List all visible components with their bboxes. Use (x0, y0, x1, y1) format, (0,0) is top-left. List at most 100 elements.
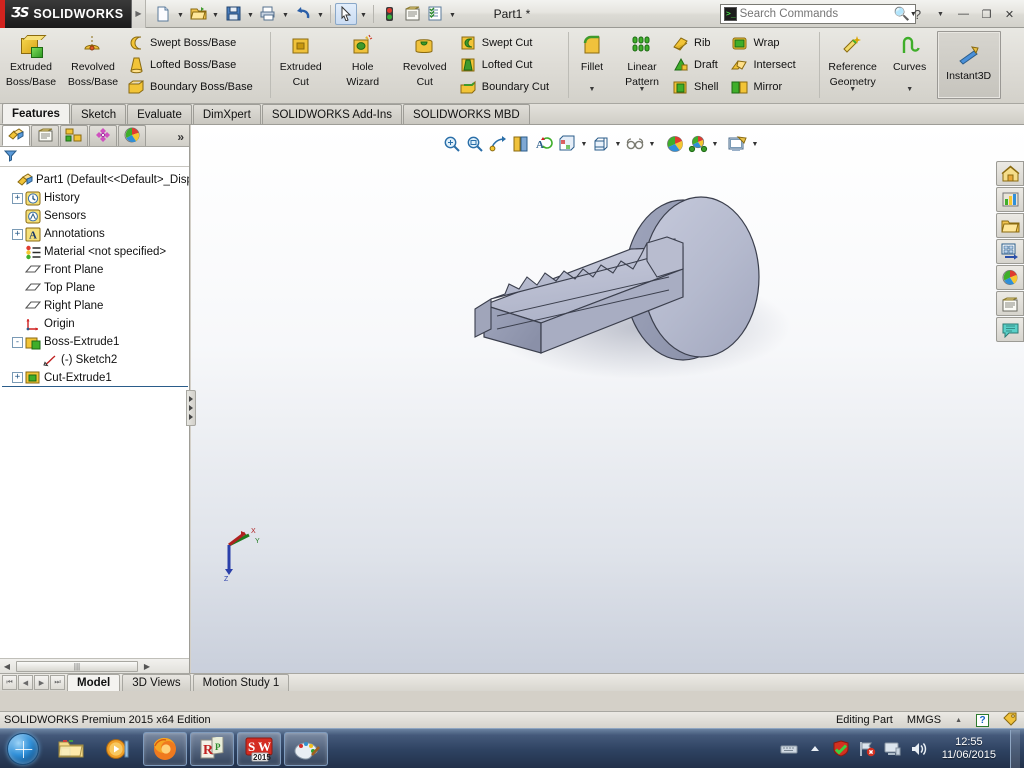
tree-item-top-plane[interactable]: Top Plane (2, 279, 189, 297)
viewport-layout-icon[interactable] (727, 133, 749, 155)
show-desktop-button[interactable] (1010, 729, 1020, 768)
tab-evaluate[interactable]: Evaluate (127, 104, 192, 124)
file-explorer-icon[interactable] (996, 213, 1024, 238)
action-center-icon[interactable] (884, 740, 902, 758)
taskbar-media-player[interactable] (96, 732, 140, 766)
view-palette-icon[interactable] (996, 239, 1024, 264)
close-button[interactable]: ✕ (999, 4, 1020, 24)
tree-expander[interactable]: + (12, 192, 23, 204)
select-tool-button[interactable] (335, 2, 357, 25)
feature-manager-tab[interactable] (2, 125, 30, 146)
keyboard-icon[interactable] (780, 740, 798, 758)
taskbar-clock[interactable]: 12:55 11/06/2015 (936, 736, 1002, 762)
first-tab-icon[interactable]: ⏮ (2, 675, 17, 690)
tree-item-history[interactable]: + History (2, 189, 189, 207)
apply-scene-icon[interactable] (664, 133, 686, 155)
tree-item-sensors[interactable]: Sensors (2, 207, 189, 225)
solidworks-resources-icon[interactable] (996, 161, 1024, 186)
configuration-manager-tab[interactable] (60, 125, 88, 146)
solidworks-logo[interactable]: ƷS SOLIDWORKS (0, 0, 132, 28)
next-tab-icon[interactable]: ▶ (34, 675, 49, 690)
file-properties-button[interactable] (401, 3, 423, 25)
tab-solidworks-add-ins[interactable]: SOLIDWORKS Add-Ins (261, 104, 402, 124)
view-settings-icon[interactable] (687, 133, 709, 155)
scroll-left-icon[interactable]: ◀ (0, 662, 14, 671)
manager-tabs-overflow-icon[interactable]: » (177, 130, 189, 146)
boundary-boss-base-button[interactable]: Boundary Boss/Base (126, 76, 258, 97)
tab-model[interactable]: Model (67, 674, 121, 691)
revolved-cut-button[interactable]: Revolved Cut (394, 28, 456, 100)
open-document-dropdown-icon[interactable]: ▼ (210, 3, 221, 25)
save-document-dropdown-icon[interactable]: ▼ (245, 3, 256, 25)
undo-dropdown-icon[interactable]: ▼ (315, 3, 326, 25)
panel-splitter-handle[interactable] (186, 390, 196, 426)
tree-item-origin[interactable]: Origin (2, 315, 189, 333)
tree-expander[interactable]: + (12, 372, 23, 383)
mirror-button[interactable]: Mirror (729, 76, 800, 97)
undo-button[interactable] (292, 3, 314, 25)
antivirus-icon[interactable] (832, 740, 850, 758)
tree-item-cut-extrude1[interactable]: + Cut-Extrude1 (2, 369, 188, 387)
fillet-dropdown-icon[interactable]: ▼ (568, 86, 616, 93)
display-manager-tab[interactable] (118, 125, 146, 146)
tab-features[interactable]: Features (2, 103, 70, 124)
graphics-area[interactable]: ▣ ▣ — ❐ ✕ A ▼ (191, 125, 1024, 673)
tree-expander[interactable]: + (12, 228, 23, 240)
taskbar-r-studio[interactable]: RP (190, 731, 234, 766)
show-hidden-icons-icon[interactable] (806, 740, 824, 758)
lofted-boss-base-button[interactable]: Lofted Boss/Base (126, 54, 258, 75)
view-settings-dropdown-icon[interactable]: ▼ (710, 133, 720, 155)
start-button[interactable] (0, 730, 46, 768)
tree-item-sketch2[interactable]: (-) Sketch2 (2, 351, 189, 369)
hole-wizard-button[interactable]: Hole Wizard (332, 28, 394, 100)
taskbar-firefox[interactable] (143, 731, 187, 766)
hide-show-items-icon[interactable] (590, 133, 612, 155)
dimxpert-manager-tab[interactable] (89, 125, 117, 146)
solidworks-forum-icon[interactable] (996, 317, 1024, 342)
tree-expander[interactable]: - (12, 336, 23, 348)
swept-cut-button[interactable]: Swept Cut (458, 32, 554, 53)
last-tab-icon[interactable]: ⏭ (50, 675, 65, 690)
wrap-button[interactable]: Wrap (729, 32, 800, 53)
appearance-dropdown-icon[interactable]: ▼ (647, 133, 657, 155)
units-dropdown-icon[interactable]: ▲ (955, 717, 962, 724)
open-document-button[interactable] (187, 3, 209, 25)
lofted-cut-button[interactable]: Lofted Cut (458, 54, 554, 75)
options-dropdown-icon[interactable]: ▼ (447, 3, 458, 25)
tab-dimxpert[interactable]: DimXpert (192, 104, 261, 124)
tree-item-material[interactable]: Material <not specified> (2, 243, 189, 261)
feature-tree-filter-input[interactable] (17, 150, 189, 163)
help-icon[interactable]: ? (907, 4, 928, 24)
search-input[interactable] (739, 8, 894, 20)
options-button[interactable] (424, 3, 446, 25)
extruded-boss-base-button[interactable]: Extruded Boss/Base (0, 28, 62, 100)
zoom-to-fit-icon[interactable] (441, 133, 463, 155)
new-document-dropdown-icon[interactable]: ▼ (175, 3, 186, 25)
boundary-cut-button[interactable]: Boundary Cut (458, 76, 554, 97)
volume-icon[interactable] (910, 740, 928, 758)
select-tool-dropdown-icon[interactable]: ▼ (358, 3, 369, 25)
linear-pattern-dropdown-icon[interactable]: ▼ (616, 86, 668, 93)
extruded-cut-button[interactable]: Extruded Cut (270, 28, 332, 100)
viewport-layout-dropdown-icon[interactable]: ▼ (750, 133, 760, 155)
tab-solidworks-mbd[interactable]: SOLIDWORKS MBD (402, 104, 530, 124)
intersect-button[interactable]: Intersect (729, 54, 800, 75)
section-view-icon[interactable] (510, 133, 532, 155)
tag-icon[interactable] (1003, 712, 1018, 729)
edit-appearance-icon[interactable] (624, 133, 646, 155)
taskbar-solidworks-2015[interactable]: S. W 2015 (237, 731, 281, 766)
tree-item-right-plane[interactable]: Right Plane (2, 297, 189, 315)
display-style-icon[interactable] (556, 133, 578, 155)
scrollbar-thumb[interactable]: ||| (16, 660, 138, 672)
tree-item-part[interactable]: Part1 (Default<<Default>_Disp (2, 171, 189, 189)
previous-view-icon[interactable] (487, 133, 509, 155)
rebuild-button[interactable] (378, 3, 400, 25)
taskbar-paint[interactable] (284, 731, 328, 766)
curves-dropdown-icon[interactable]: ▼ (887, 86, 933, 93)
revolved-boss-base-button[interactable]: Revolved Boss/Base (62, 28, 124, 100)
draft-button[interactable]: Draft (670, 54, 723, 75)
custom-properties-icon[interactable] (996, 291, 1024, 316)
tree-item-annotations[interactable]: + A Annotations (2, 225, 189, 243)
units-label[interactable]: MMGS (907, 714, 941, 726)
taskbar-windows-explorer[interactable] (49, 732, 93, 766)
